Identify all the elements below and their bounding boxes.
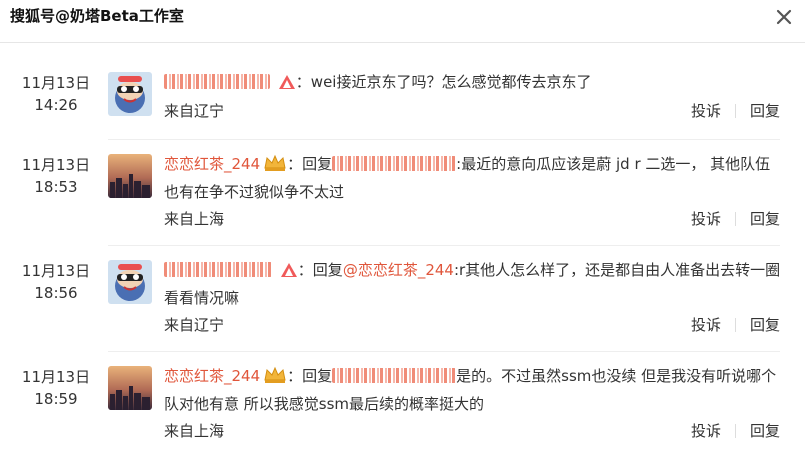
red-triangle-badge (278, 75, 295, 89)
comment-list: 11月13日 14:26 ：wei接近京东了吗？怎么感觉都传去京东了 来自辽宁 … (0, 58, 805, 458)
comment-item: 11月13日 18:56 ：回复@恋恋红茶_244:r其他人怎么样了，还是都自由… (0, 246, 805, 352)
masked-nickname[interactable] (164, 262, 272, 277)
comment-item: 11月13日 14:26 ：wei接近京东了吗？怎么感觉都传去京东了 来自辽宁 … (0, 58, 805, 140)
nickname[interactable]: 恋恋红茶_244 (164, 367, 260, 385)
reply-button[interactable]: 回复 (750, 422, 780, 440)
comment-time: 14:26 (34, 96, 78, 114)
comment-actions: 投诉 回复 (691, 100, 780, 121)
masked-reply-target[interactable] (332, 156, 457, 171)
divider (734, 212, 736, 226)
avatar[interactable] (108, 366, 152, 410)
comment-actions: 投诉 回复 (691, 314, 780, 335)
comment-location: 来自辽宁 (164, 102, 225, 120)
avatar[interactable] (108, 154, 152, 198)
comment-content: 恋恋红茶_244 ：回复 是的。不过虽然ssm也没续 但是我没有听说哪个队对他有意… (164, 366, 777, 413)
comment-item: 11月13日 18:59 恋恋红茶_244 ：回复 是的。不过虽然ssm也没续 但… (0, 352, 805, 458)
dialog-header: 搜狐号@奶塔Beta工作室 (0, 0, 805, 43)
masked-reply-target[interactable] (332, 368, 457, 383)
comment-timestamp: 11月13日 18:53 (0, 154, 112, 198)
dialog-title: 搜狐号@奶塔Beta工作室 (10, 7, 184, 25)
report-button[interactable]: 投诉 (691, 316, 721, 334)
comment-date: 11月13日 (21, 74, 91, 92)
comment-time: 18:59 (34, 390, 78, 408)
reply-prefix: 回复 (312, 261, 343, 279)
comment-timestamp: 11月13日 18:56 (0, 260, 112, 304)
comment-timestamp: 11月13日 14:26 (0, 72, 112, 116)
avatar[interactable] (108, 72, 152, 116)
gold-crown-badge (264, 154, 286, 171)
report-button[interactable]: 投诉 (691, 210, 721, 228)
red-triangle-badge (280, 263, 297, 277)
report-button[interactable]: 投诉 (691, 422, 721, 440)
comment-date: 11月13日 (21, 368, 91, 386)
reply-target-link[interactable]: @恋恋红茶_244 (343, 261, 454, 279)
comment-actions: 投诉 回复 (691, 420, 780, 441)
masked-nickname[interactable] (164, 74, 270, 89)
comment-date: 11月13日 (21, 156, 91, 174)
comment-date: 11月13日 (21, 262, 91, 280)
reply-prefix: 回复 (302, 155, 333, 173)
divider (734, 424, 736, 438)
comment-content: 恋恋红茶_244 ：回复:最近的意向瓜应该是蔚 jd r 二选一， 其他队伍也有… (164, 154, 771, 201)
close-icon[interactable] (773, 6, 795, 28)
comment-timestamp: 11月13日 18:59 (0, 366, 112, 410)
avatar[interactable] (108, 260, 152, 304)
comment-location: 来自辽宁 (164, 316, 225, 334)
reply-button[interactable]: 回复 (750, 102, 780, 120)
reply-button[interactable]: 回复 (750, 316, 780, 334)
comment-item: 11月13日 18:53 恋恋红茶_244 ：回复:最近的意向瓜应该是蔚 jd … (0, 140, 805, 246)
comment-location: 来自上海 (164, 210, 225, 228)
divider (734, 104, 736, 118)
reply-prefix: 回复 (302, 367, 333, 385)
comment-text: wei接近京东了吗？怎么感觉都传去京东了 (310, 73, 592, 91)
reply-button[interactable]: 回复 (750, 210, 780, 228)
report-button[interactable]: 投诉 (691, 102, 721, 120)
comment-time: 18:56 (34, 284, 78, 302)
nickname[interactable]: 恋恋红茶_244 (164, 155, 260, 173)
comment-content: ：wei接近京东了吗？怎么感觉都传去京东了 (164, 68, 784, 96)
comment-location: 来自上海 (164, 422, 225, 440)
divider (734, 318, 736, 332)
comment-actions: 投诉 回复 (691, 208, 780, 229)
gold-crown-badge (264, 366, 286, 383)
comment-content: ：回复@恋恋红茶_244:r其他人怎么样了，还是都自由人准备出去转一圈看看情况嘛 (164, 261, 781, 307)
comment-time: 18:53 (34, 178, 78, 196)
